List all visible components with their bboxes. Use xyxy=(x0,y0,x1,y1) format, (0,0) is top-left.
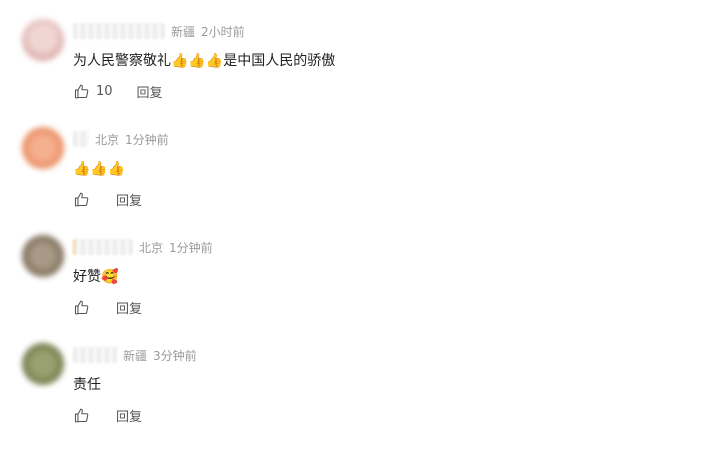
username[interactable] xyxy=(73,239,133,255)
comment-time: 1分钟前 xyxy=(169,240,213,255)
thumbs-up-icon xyxy=(74,84,89,98)
thumbs-up-icon xyxy=(74,408,89,422)
reply-button[interactable]: 回复 xyxy=(116,190,142,209)
avatar[interactable] xyxy=(22,19,64,61)
comment-time: 1分钟前 xyxy=(125,132,169,147)
comment-text: 好赞🥰 xyxy=(73,269,119,285)
comment-text: 为人民警察敬礼👍👍👍是中国人民的骄傲 xyxy=(73,53,336,69)
reply-button[interactable]: 回复 xyxy=(116,406,142,425)
reply-button[interactable]: 回复 xyxy=(116,298,142,317)
thumbs-up-icon xyxy=(74,300,89,314)
username[interactable] xyxy=(73,131,89,147)
comment-text: 责任 xyxy=(73,377,101,393)
thumbs-up-icon xyxy=(74,192,89,206)
comment-location: 北京 xyxy=(95,132,120,147)
like-button[interactable] xyxy=(73,191,96,208)
comment-item: 新疆 3分钟前 责任 回复 xyxy=(0,343,703,451)
like-button[interactable]: 10 xyxy=(73,83,113,100)
comment-text: 👍👍👍 xyxy=(73,161,126,177)
comment-location: 新疆 xyxy=(123,348,148,363)
avatar[interactable] xyxy=(22,127,64,169)
comment-item: 北京 1分钟前 好赞🥰 回复 xyxy=(0,235,703,343)
like-count: 10 xyxy=(96,83,113,99)
comment-item: 新疆 2小时前 为人民警察敬礼👍👍👍是中国人民的骄傲 10 回复 xyxy=(0,19,703,127)
reply-button[interactable]: 回复 xyxy=(137,82,163,101)
avatar[interactable] xyxy=(22,343,64,385)
comment-location: 新疆 xyxy=(171,24,196,39)
avatar[interactable] xyxy=(22,235,64,277)
username[interactable] xyxy=(73,347,117,363)
comment-time: 3分钟前 xyxy=(153,348,197,363)
username[interactable] xyxy=(73,23,165,39)
like-button[interactable] xyxy=(73,299,96,316)
comment-item: 北京 1分钟前 👍👍👍 回复 xyxy=(0,127,703,235)
like-button[interactable] xyxy=(73,407,96,424)
comment-location: 北京 xyxy=(139,240,164,255)
comment-time: 2小时前 xyxy=(201,24,245,39)
